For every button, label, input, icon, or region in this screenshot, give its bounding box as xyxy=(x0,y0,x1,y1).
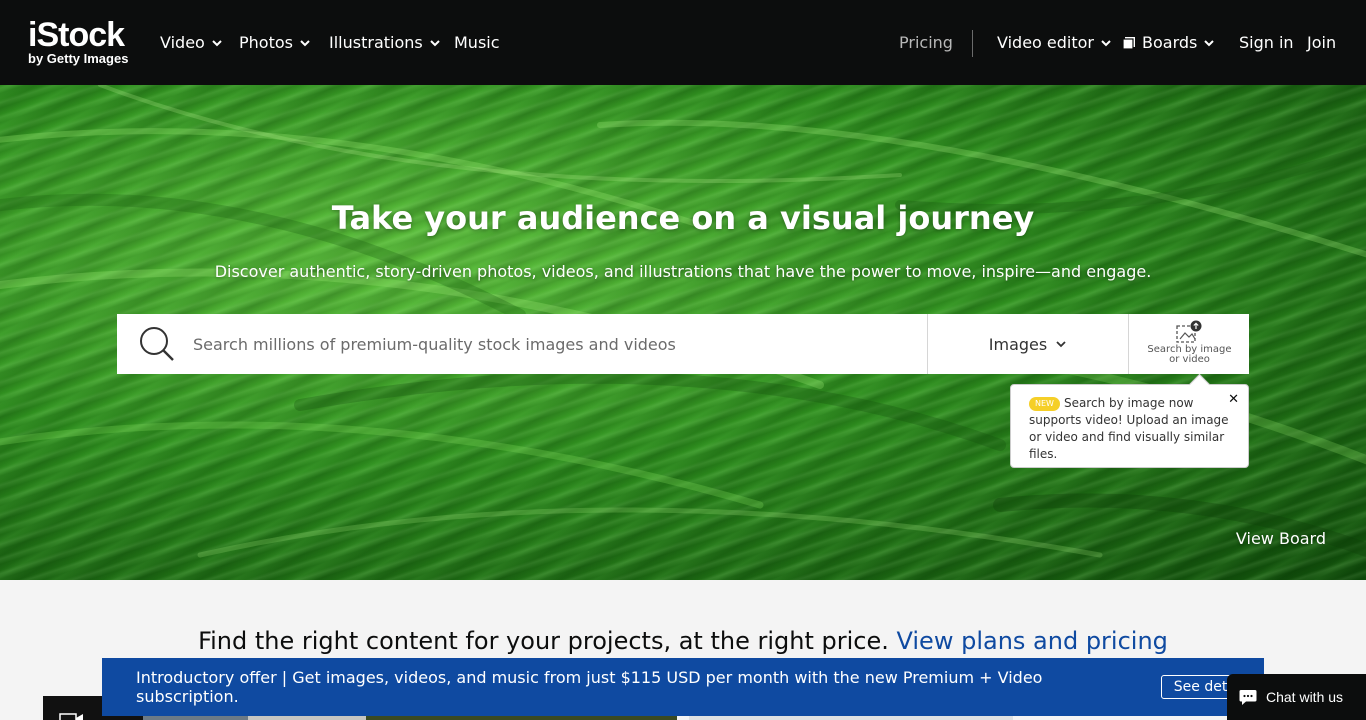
search-by-image-label-line2: or video xyxy=(1169,354,1210,365)
search-bar: Images Search by image or video xyxy=(117,314,1249,374)
join-link[interactable]: Join xyxy=(1307,33,1336,52)
nav-video-editor-label: Video editor xyxy=(997,33,1094,52)
pricing-text: Find the right content for your projects… xyxy=(198,627,889,655)
hero-banner: Take your audience on a visual journey D… xyxy=(0,85,1366,580)
search-type-label: Images xyxy=(988,334,1048,354)
search-by-image-label: Search by image or video xyxy=(1129,345,1250,365)
chevron-down-icon xyxy=(1056,341,1066,348)
chat-button[interactable]: Chat with us xyxy=(1227,674,1366,720)
search-type-dropdown[interactable]: Images xyxy=(927,314,1128,374)
logo-tagline: by Getty Images xyxy=(28,51,129,66)
istock-logo[interactable]: iStock by Getty Images xyxy=(28,18,140,68)
join-label: Join xyxy=(1307,33,1337,52)
boards-icon xyxy=(1122,36,1135,50)
view-plans-link[interactable]: View plans and pricing xyxy=(897,627,1168,655)
top-navigation-bar: iStock by Getty Images Video Photos Illu… xyxy=(0,0,1366,85)
logo-wordmark: iStock xyxy=(28,16,125,54)
new-badge: NEW xyxy=(1029,397,1060,411)
promo-banner: Introductory offer | Get images, videos,… xyxy=(102,658,1264,716)
pricing-headline: Find the right content for your projects… xyxy=(0,627,1366,655)
chat-label: Chat with us xyxy=(1266,689,1344,705)
chevron-down-icon xyxy=(212,39,222,46)
chevron-down-icon xyxy=(1204,39,1215,46)
nav-pricing-label: Pricing xyxy=(899,33,953,52)
image-search-tooltip: NEW Search by image now supports video! U… xyxy=(1010,384,1249,468)
nav-video-label: Video xyxy=(160,33,205,52)
search-input[interactable] xyxy=(193,314,923,374)
nav-pricing[interactable]: Pricing xyxy=(899,33,953,52)
chat-icon xyxy=(1239,689,1257,705)
image-search-icon xyxy=(1176,320,1202,343)
nav-boards[interactable]: Boards xyxy=(1122,33,1215,52)
nav-video[interactable]: Video xyxy=(160,33,223,52)
chevron-down-icon xyxy=(430,39,440,46)
nav-photos-label: Photos xyxy=(239,33,293,52)
sign-in-label: Sign in xyxy=(1239,33,1294,52)
hero-subtitle: Discover authentic, story-driven photos,… xyxy=(214,262,1152,281)
close-icon[interactable]: ✕ xyxy=(1228,391,1239,408)
sign-in-link[interactable]: Sign in xyxy=(1239,33,1294,52)
nav-divider xyxy=(972,30,973,57)
promo-text: Introductory offer | Get images, videos,… xyxy=(136,668,1043,706)
nav-illustrations-label: Illustrations xyxy=(329,33,423,52)
search-icon[interactable] xyxy=(138,325,176,363)
video-camera-icon xyxy=(59,713,83,720)
nav-boards-label: Boards xyxy=(1142,33,1198,52)
chevron-down-icon xyxy=(300,39,310,46)
nav-music-label: Music xyxy=(454,33,500,52)
nav-music[interactable]: Music xyxy=(454,33,500,52)
hero-title: Take your audience on a visual journey xyxy=(331,199,1035,237)
view-board-link[interactable]: View Board xyxy=(1236,529,1326,548)
nav-photos[interactable]: Photos xyxy=(239,33,311,52)
search-by-image-button[interactable]: Search by image or video xyxy=(1128,314,1249,374)
nav-illustrations[interactable]: Illustrations xyxy=(329,33,441,52)
nav-video-editor[interactable]: Video editor xyxy=(997,33,1112,52)
chevron-down-icon xyxy=(1101,39,1111,46)
